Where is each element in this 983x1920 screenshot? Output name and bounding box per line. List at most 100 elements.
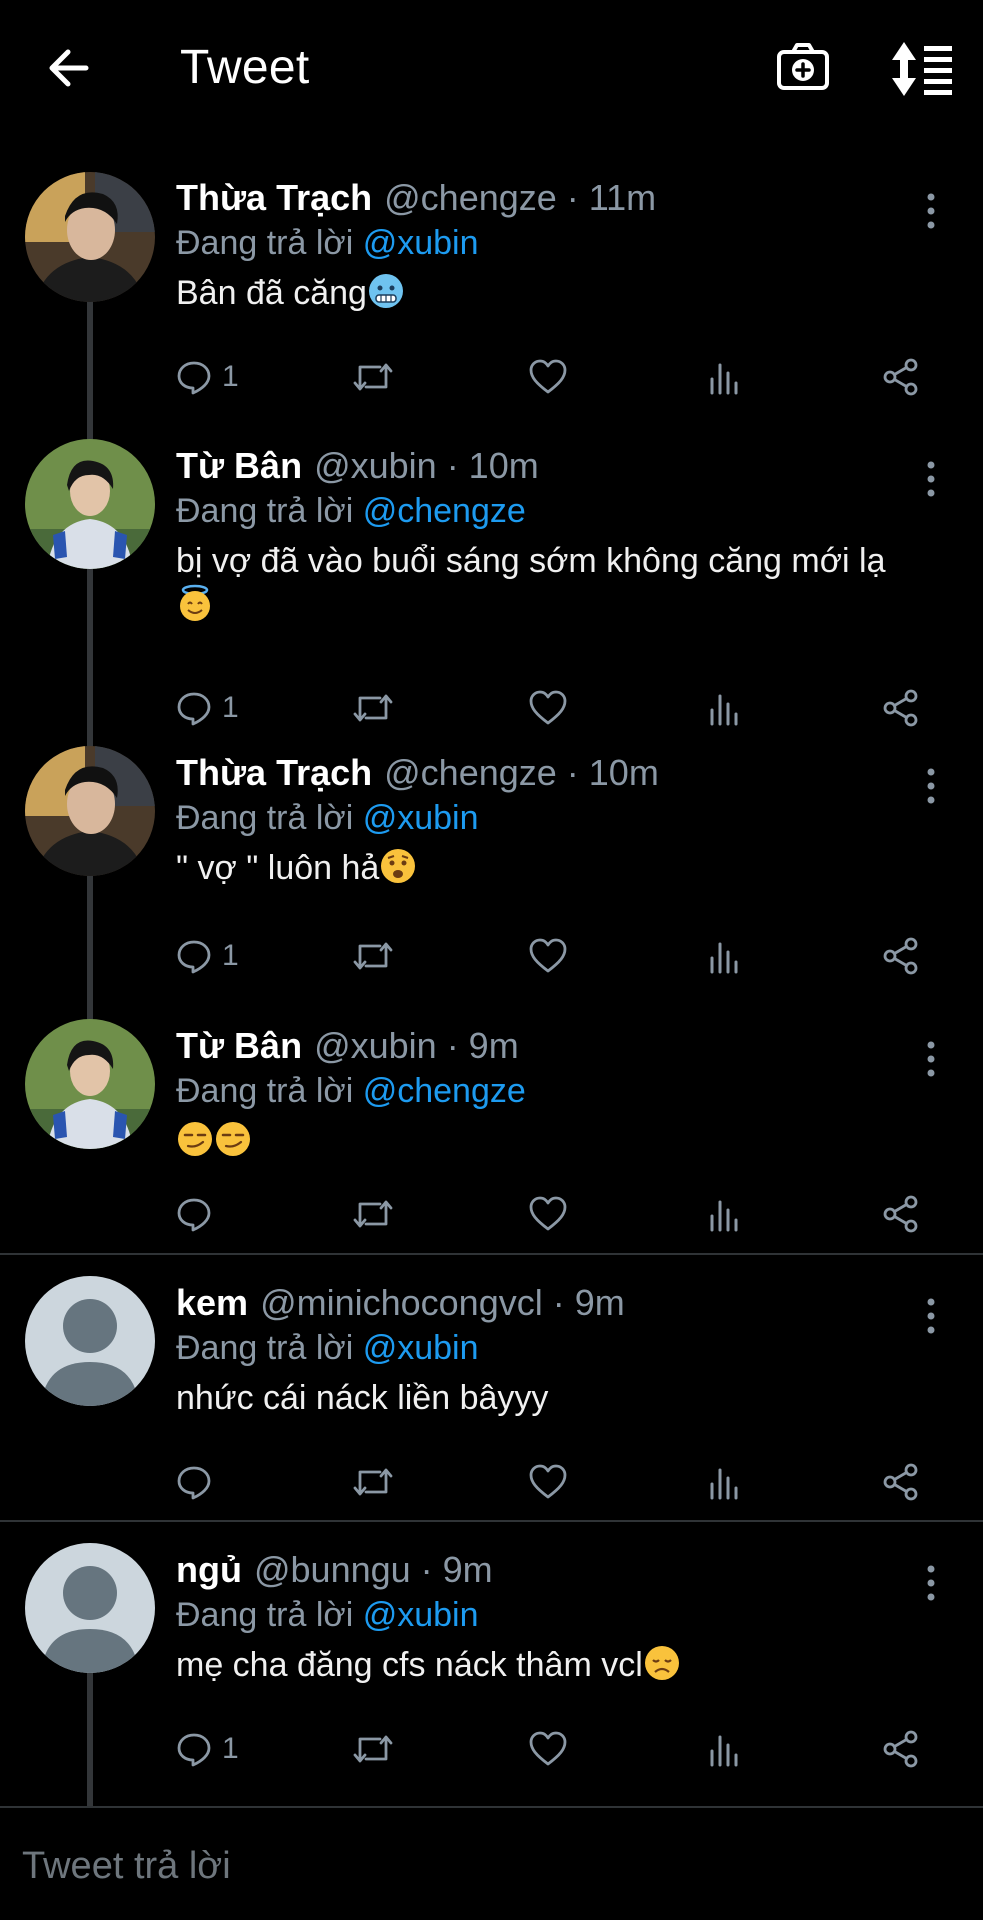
more-options-icon[interactable] [918, 1563, 944, 1603]
mention-link[interactable]: @xubin [363, 799, 479, 837]
share-icon [883, 1463, 918, 1501]
share-button[interactable] [882, 683, 920, 733]
freezing-face-icon [368, 274, 403, 308]
back-arrow-icon[interactable] [42, 40, 98, 96]
analytics-icon [710, 1735, 738, 1767]
analytics-button[interactable] [708, 683, 740, 733]
mention-link[interactable]: @xubin [363, 1329, 479, 1367]
tweet-actions [176, 1189, 936, 1239]
share-button[interactable] [882, 352, 920, 402]
tweet-actions: 1 [176, 1724, 936, 1774]
share-button[interactable] [882, 1457, 920, 1507]
camera-plus-icon[interactable] [776, 40, 830, 94]
tweet-actions: 1 [176, 683, 936, 733]
heart-icon [529, 938, 567, 973]
like-button[interactable] [528, 1189, 568, 1239]
share-button[interactable] [882, 931, 920, 981]
replying-to: Đang trả lời @xubin [176, 221, 479, 265]
avatar[interactable] [25, 1019, 155, 1149]
author-name[interactable]: Từ Bân [176, 1025, 302, 1066]
reply-button[interactable]: 1 [176, 931, 239, 981]
tweet-body: mẹ cha đăng cfs náck thâm vcl [176, 1646, 643, 1684]
tweet-item[interactable]: kem @minichocongvcl · 9m Đang trả lời @xu… [0, 1276, 983, 1520]
replying-prefix: Đang trả lời [176, 1072, 354, 1110]
reply-button[interactable] [176, 1189, 212, 1239]
tweet-item[interactable]: Thừa Trạch @chengze · 10m Đang trả lời @x… [0, 746, 983, 1000]
mention-link[interactable]: @xubin [363, 1596, 479, 1634]
reply-icon [177, 940, 211, 974]
tweet-text: Bân đã căng [176, 271, 936, 315]
default-avatar[interactable] [25, 1543, 155, 1673]
analytics-button[interactable] [708, 352, 740, 402]
more-options-icon[interactable] [918, 191, 944, 231]
replying-prefix: Đang trả lời [176, 224, 354, 262]
author-handle-time[interactable]: @minichocongvcl · 9m [260, 1282, 625, 1323]
share-icon [883, 937, 918, 975]
author-name[interactable]: Thừa Trạch [176, 177, 372, 218]
share-button[interactable] [882, 1724, 920, 1774]
retweet-button[interactable] [352, 683, 394, 733]
reply-button[interactable]: 1 [176, 352, 239, 402]
more-options-icon[interactable] [918, 459, 944, 499]
like-button[interactable] [528, 352, 568, 402]
more-options-icon[interactable] [918, 766, 944, 806]
share-button[interactable] [882, 1189, 920, 1239]
retweet-button[interactable] [352, 931, 394, 981]
reply-button[interactable]: 1 [176, 1724, 239, 1774]
tweet-item[interactable]: Từ Bân @xubin · 9m Đang trả lời @chengze [0, 1019, 983, 1253]
sort-replies-icon[interactable] [890, 40, 954, 98]
tweet-item[interactable]: Từ Bân @xubin · 10m Đang trả lời @chengze… [0, 439, 983, 743]
mention-link[interactable]: @chengze [363, 492, 526, 530]
reply-button[interactable] [176, 1457, 212, 1507]
like-button[interactable] [528, 1457, 568, 1507]
avatar[interactable] [25, 439, 155, 569]
tweet-item[interactable]: ngủ @bunngu · 9m Đang trả lời @xubin mẹ c… [0, 1543, 983, 1797]
author-name[interactable]: Từ Bân [176, 445, 302, 486]
more-options-icon[interactable] [918, 1039, 944, 1079]
retweet-icon [353, 1468, 393, 1496]
tweet-item[interactable]: Thừa Trạch @chengze · 11m Đang trả lời @x… [0, 172, 983, 425]
retweet-icon [353, 942, 393, 970]
retweet-button[interactable] [352, 1189, 394, 1239]
retweet-button[interactable] [352, 352, 394, 402]
reply-count: 1 [222, 1732, 239, 1765]
reply-button[interactable]: 1 [176, 683, 239, 733]
author-name[interactable]: Thừa Trạch [176, 752, 372, 793]
reply-icon [177, 1733, 211, 1767]
author-name[interactable]: ngủ [176, 1549, 242, 1590]
retweet-button[interactable] [352, 1724, 394, 1774]
tweet-header: Thừa Trạch @chengze · 10m [176, 750, 659, 796]
analytics-button[interactable] [708, 1724, 740, 1774]
author-handle-time[interactable]: @xubin · 9m [314, 1025, 519, 1066]
author-handle-time[interactable]: @xubin · 10m [314, 445, 539, 486]
retweet-button[interactable] [352, 1457, 394, 1507]
avatar[interactable] [25, 746, 155, 876]
author-name[interactable]: kem [176, 1282, 248, 1323]
tweet-body: nhức cái náck liền bâyyy [176, 1379, 549, 1417]
page-title: Tweet [180, 41, 310, 94]
reply-input[interactable] [20, 1836, 920, 1896]
divider [0, 1520, 983, 1522]
analytics-button[interactable] [708, 931, 740, 981]
heart-icon [529, 359, 567, 394]
like-button[interactable] [528, 1724, 568, 1774]
share-icon [883, 689, 918, 727]
like-button[interactable] [528, 683, 568, 733]
analytics-button[interactable] [708, 1189, 740, 1239]
mention-link[interactable]: @chengze [363, 1072, 526, 1110]
analytics-button[interactable] [708, 1457, 740, 1507]
like-button[interactable] [528, 931, 568, 981]
tweet-header: Thừa Trạch @chengze · 11m [176, 175, 656, 221]
replying-prefix: Đang trả lời [176, 1329, 354, 1367]
default-avatar[interactable] [25, 1276, 155, 1406]
author-handle-time[interactable]: @chengze · 10m [384, 752, 659, 793]
divider [0, 1253, 983, 1255]
tweet-header: ngủ @bunngu · 9m [176, 1547, 493, 1593]
more-options-icon[interactable] [918, 1296, 944, 1336]
author-handle-time[interactable]: @chengze · 11m [384, 177, 656, 218]
avatar[interactable] [25, 172, 155, 302]
replying-to: Đang trả lời @xubin [176, 1326, 479, 1370]
author-handle-time[interactable]: @bunngu · 9m [254, 1549, 493, 1590]
mention-link[interactable]: @xubin [363, 224, 479, 262]
heart-icon [529, 1731, 567, 1766]
